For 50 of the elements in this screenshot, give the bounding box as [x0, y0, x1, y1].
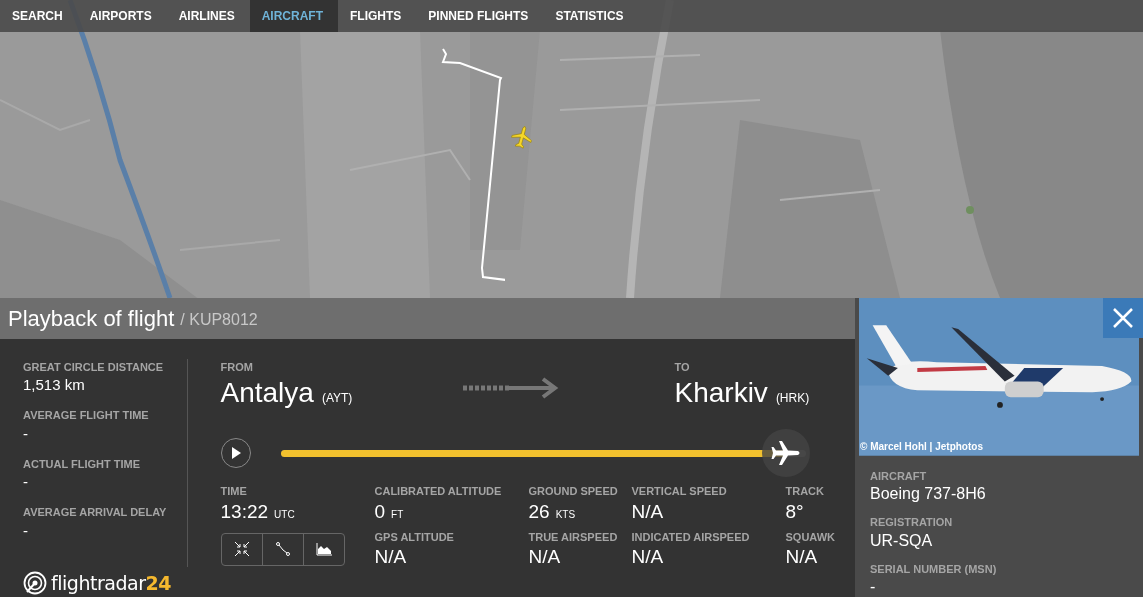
field-value: 0 FT: [374, 499, 405, 524]
field-value: N/A: [528, 545, 562, 569]
origin-city: Antalya (AYT): [220, 376, 354, 410]
stat-value: -: [23, 520, 29, 541]
field-label: SQUAWK: [785, 529, 835, 545]
aircraft-value: Boeing 737-8H6: [870, 484, 987, 504]
airplane-icon: [770, 440, 801, 466]
field-label: GPS ALTITUDE: [374, 529, 455, 545]
field-label: TRACK: [785, 484, 825, 499]
field-value: N/A: [631, 545, 665, 569]
logo-text: flightradar24: [51, 570, 172, 596]
collapse-icon: [233, 541, 250, 557]
close-button[interactable]: [1103, 298, 1143, 338]
close-icon: [1113, 308, 1133, 328]
route-icon: [274, 541, 291, 557]
flight-number: / KUP8012: [180, 310, 258, 331]
time-value: 13:22 UTC: [220, 499, 296, 524]
field-label: TIME: [220, 484, 248, 499]
route-arrow-icon: [462, 376, 559, 399]
stat-value: -: [23, 423, 29, 444]
progress-handle[interactable]: [761, 429, 810, 477]
field-value: N/A: [785, 545, 819, 569]
field-label: TO: [674, 359, 691, 375]
field-value: N/A: [631, 499, 665, 524]
stat-value: 1,513 km: [23, 375, 86, 395]
field-label: GREAT CIRCLE DISTANCE: [23, 359, 165, 375]
play-icon: [230, 447, 241, 459]
destination-city: Kharkiv (HRK): [674, 376, 810, 410]
aircraft-value: UR-SQA: [870, 530, 934, 551]
stat-value: -: [23, 472, 29, 492]
field-label: TRUE AIRSPEED: [528, 529, 619, 545]
radar-logo-icon: [23, 570, 47, 595]
field-label: FROM: [220, 359, 254, 375]
aircraft-value: -: [870, 577, 877, 597]
playback-title: Playback of flight: [8, 304, 175, 333]
field-label: SERIAL NUMBER (MSN): [870, 561, 998, 577]
field-label: REGISTRATION: [870, 515, 954, 530]
field-label: AVERAGE FLIGHT TIME: [23, 408, 150, 423]
field-label: INDICATED AIRSPEED: [631, 529, 751, 545]
field-label: AVERAGE ARRIVAL DELAY: [23, 505, 168, 520]
field-label: AIRCRAFT: [870, 468, 928, 484]
field-label: CALIBRATED ALTITUDE: [374, 484, 503, 499]
field-value: 8°: [785, 499, 805, 524]
field-value: 26 KTS: [528, 499, 577, 524]
field-label: VERTICAL SPEED: [631, 484, 728, 499]
field-label: GROUND SPEED: [528, 484, 619, 499]
area-chart-icon: [315, 542, 332, 556]
photo-credit: © Marcel Hohl | Jetphotos: [860, 439, 983, 454]
field-value: N/A: [374, 545, 408, 569]
field-label: ACTUAL FLIGHT TIME: [23, 456, 142, 472]
